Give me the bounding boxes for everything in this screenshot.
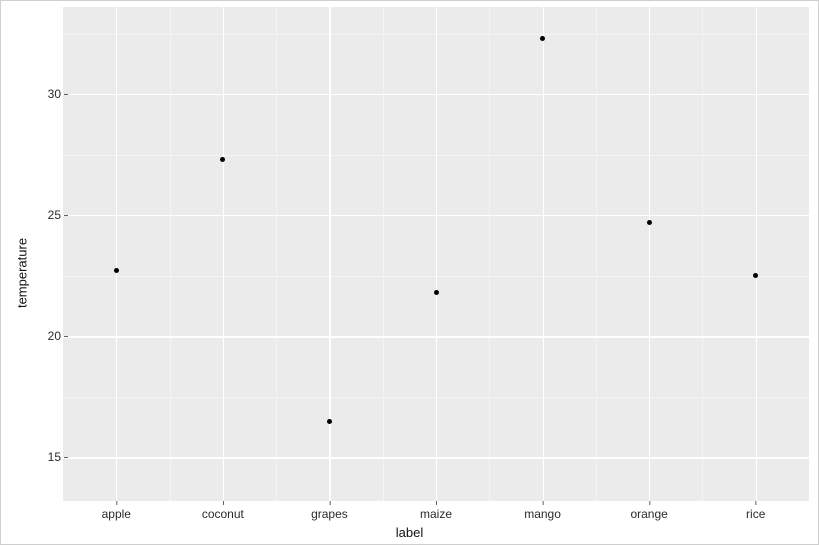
grid-v-major xyxy=(543,7,544,501)
grid-v-major xyxy=(223,7,224,501)
y-tick-label: 30 xyxy=(48,87,63,101)
x-tick-label: rice xyxy=(746,501,765,521)
grid-v-major xyxy=(116,7,117,501)
chart-frame: temperature label 15202530applecoconutgr… xyxy=(0,0,819,545)
grid-v-minor xyxy=(702,7,703,501)
data-point xyxy=(327,419,332,424)
grid-v-minor xyxy=(170,7,171,501)
grid-v-major xyxy=(436,7,437,501)
x-tick-label: coconut xyxy=(202,501,244,521)
grid-v-minor xyxy=(596,7,597,501)
x-tick-label: grapes xyxy=(311,501,348,521)
x-tick-label: maize xyxy=(420,501,452,521)
grid-v-minor xyxy=(276,7,277,501)
data-point xyxy=(753,273,758,278)
grid-v-minor xyxy=(489,7,490,501)
grid-v-major xyxy=(649,7,650,501)
y-tick-label: 20 xyxy=(48,329,63,343)
data-point xyxy=(540,36,545,41)
y-tick-label: 15 xyxy=(48,450,63,464)
x-tick-label: orange xyxy=(630,501,667,521)
data-point xyxy=(647,220,652,225)
y-axis-label: temperature xyxy=(15,237,30,307)
data-point xyxy=(434,290,439,295)
x-tick-label: apple xyxy=(102,501,131,521)
x-axis-label: label xyxy=(396,525,423,540)
plot-panel: 15202530applecoconutgrapesmaizemangooran… xyxy=(63,7,809,501)
grid-v-major xyxy=(756,7,757,501)
x-tick-label: mango xyxy=(524,501,561,521)
grid-v-major xyxy=(329,7,330,501)
data-point xyxy=(114,268,119,273)
data-point xyxy=(220,157,225,162)
y-tick-label: 25 xyxy=(48,208,63,222)
grid-v-minor xyxy=(383,7,384,501)
